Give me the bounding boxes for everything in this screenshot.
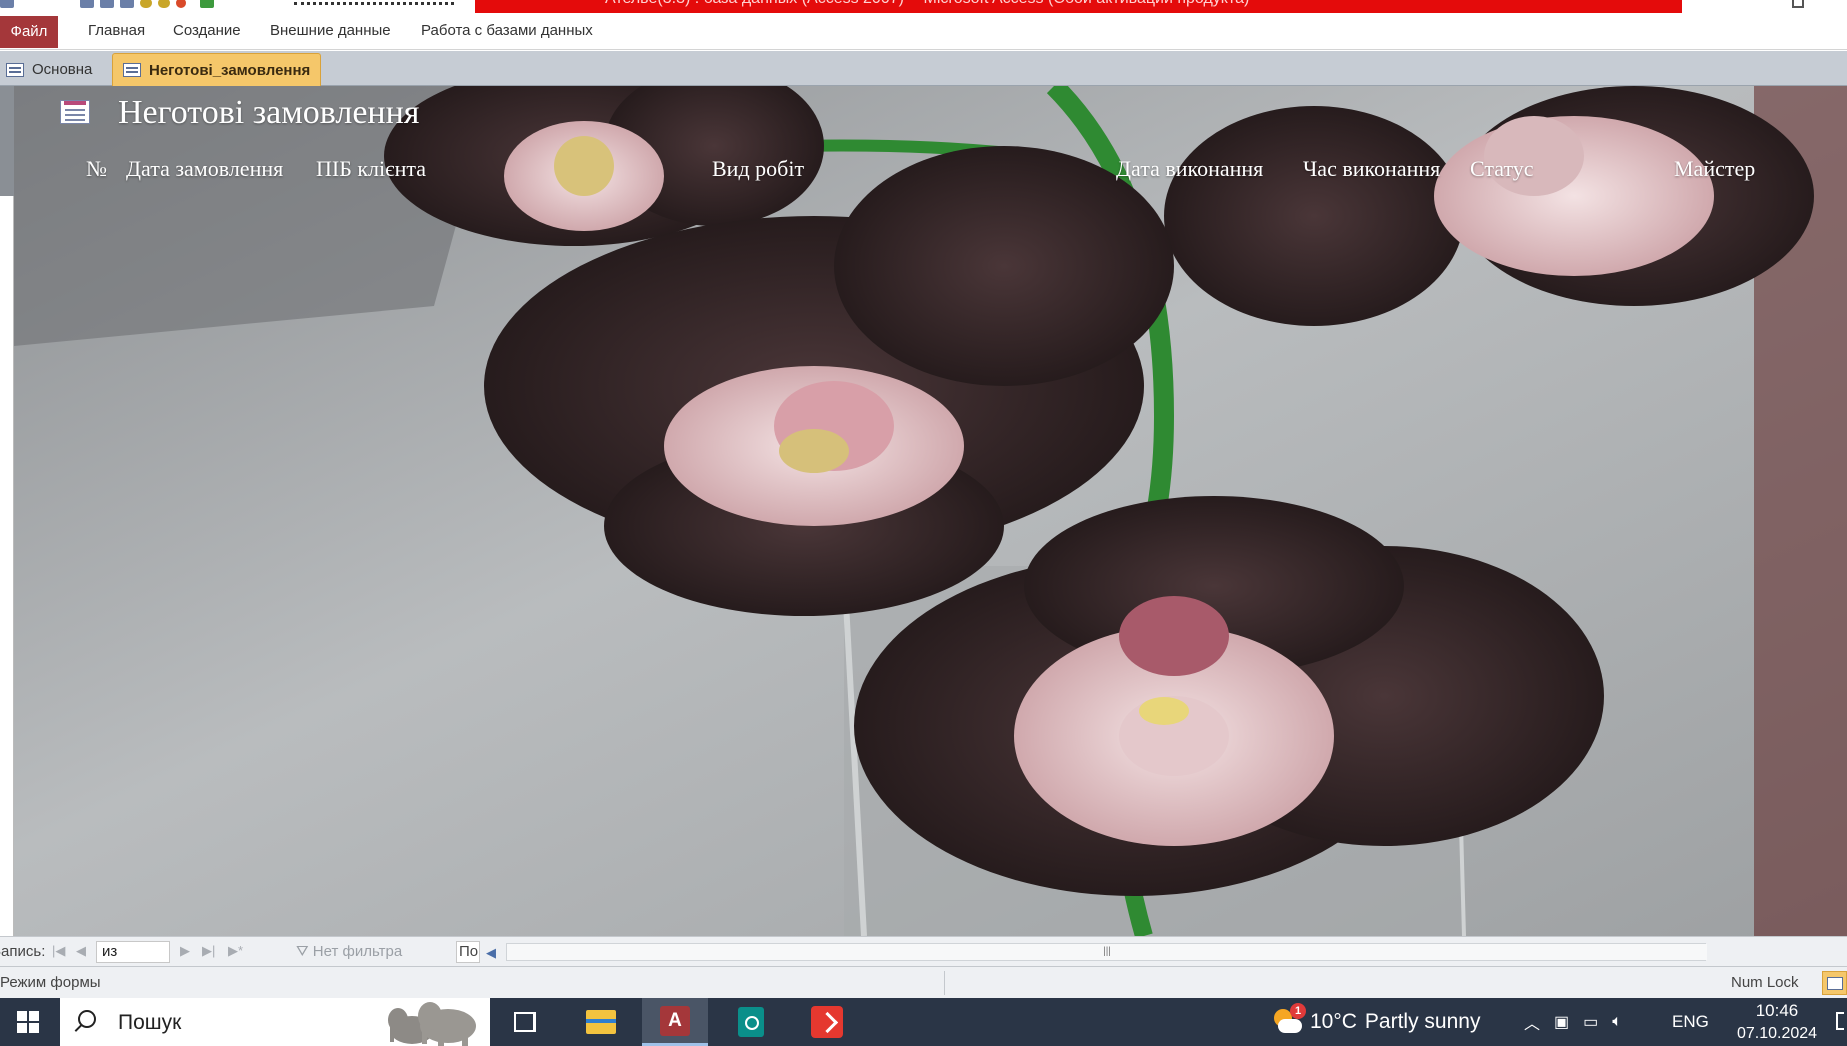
record-navigation-bar: Запись: |◀ ◀ из ▶ ▶| ▶* ⛛ Нет фильтра По… — [0, 936, 1847, 966]
record-selector-strip[interactable] — [0, 86, 14, 936]
form-title: Неготові замовлення — [118, 94, 420, 131]
form-icon — [123, 63, 141, 77]
tool-icon[interactable] — [140, 0, 152, 8]
access-icon: A — [660, 1005, 690, 1036]
status-bar: Режим формы Num Lock — [0, 966, 1847, 998]
record-number-field[interactable]: из — [96, 941, 170, 963]
title-bar: Ателье(3.3) : база данных (Access 2007) … — [0, 0, 1847, 14]
print-icon[interactable] — [100, 0, 114, 8]
clock-time: 10:46 — [1755, 1001, 1799, 1020]
document-tabs: Основна Неготові_замовлення — [0, 51, 1847, 86]
horizontal-scrollbar[interactable]: ◀ ||| — [484, 941, 1724, 963]
task-view-button[interactable] — [492, 998, 558, 1046]
volume-icon[interactable]: 🔈︎ — [1612, 1013, 1622, 1031]
save-icon[interactable] — [80, 0, 94, 8]
clock-date: 07.10.2024 — [1736, 1025, 1818, 1042]
form-view: Неготові замовлення № Дата замовлення ПІ… — [0, 86, 1847, 936]
app-icon — [738, 1007, 764, 1037]
prev-record-button[interactable]: ◀ — [76, 943, 86, 959]
weather-widget[interactable]: 1 10°C Partly sunny — [1272, 1003, 1481, 1040]
record-label: Запись: — [0, 943, 46, 960]
doc-tab-label: Неготові_замовлення — [149, 61, 311, 79]
doc-tab-main[interactable]: Основна — [0, 53, 102, 86]
access-app-button[interactable]: A — [642, 998, 708, 1046]
weather-description: Partly sunny — [1364, 1010, 1481, 1033]
view-mode-text: Режим формы — [0, 974, 101, 991]
quick-access-toolbar[interactable] — [0, 0, 214, 12]
tool-icon[interactable] — [176, 0, 186, 8]
partly-sunny-icon: 1 — [1272, 1003, 1306, 1037]
num-lock-indicator: Num Lock — [1731, 974, 1799, 991]
form-background-image — [14, 86, 1847, 936]
window-title: Ателье(3.3) : база данных (Access 2007) … — [605, 0, 1249, 8]
form-title-icon — [60, 100, 90, 124]
next-record-button[interactable]: ▶ — [180, 943, 190, 959]
tab-create[interactable]: Создание — [173, 22, 241, 39]
show-desktop-button[interactable] — [1836, 1012, 1844, 1030]
first-record-button[interactable]: |◀ — [52, 943, 65, 959]
col-header-number: № — [86, 156, 107, 181]
search-highlight-elephant-icon — [388, 1002, 476, 1046]
filter-label: Нет фильтра — [312, 943, 403, 960]
folder-icon — [586, 1010, 616, 1034]
red-app-button[interactable] — [794, 998, 860, 1046]
window-title-banner: Ателье(3.3) : база данных (Access 2007) … — [475, 0, 1682, 13]
tab-database-tools[interactable]: Работа с базами данных — [421, 22, 593, 39]
col-header-status: Статус — [1470, 156, 1534, 181]
tab-external-data[interactable]: Внешние данные — [270, 22, 391, 39]
filter-toggle[interactable]: ⛛ Нет фильтра — [296, 943, 402, 960]
toolbar-separator — [294, 2, 454, 6]
scroll-left-icon[interactable]: ◀ — [486, 945, 496, 961]
start-button[interactable] — [0, 998, 56, 1046]
weather-badge: 1 — [1290, 1003, 1306, 1019]
col-header-master: Майстер — [1674, 156, 1756, 181]
input-language[interactable]: ENG — [1672, 1012, 1709, 1032]
col-header-work-type: Вид робіт — [712, 156, 805, 181]
last-record-button[interactable]: ▶| — [202, 943, 215, 959]
doc-tab-unfinished-orders[interactable]: Неготові_замовлення — [112, 53, 322, 86]
system-clock[interactable]: 10:46 07.10.2024 — [1728, 1000, 1826, 1046]
form-icon — [6, 62, 24, 77]
filter-icon: ⛛ — [296, 943, 309, 960]
teal-app-button[interactable] — [718, 998, 784, 1046]
tab-home[interactable]: Главная — [88, 22, 145, 39]
doc-tab-label: Основна — [32, 61, 93, 78]
file-tab[interactable]: Файл — [0, 16, 58, 48]
windows-logo-icon — [17, 1011, 39, 1033]
weather-temperature: 10°C — [1310, 1010, 1357, 1033]
col-header-due-date: Дата виконання — [1116, 156, 1264, 181]
preview-icon[interactable] — [120, 0, 134, 8]
col-header-order-date: Дата замовлення — [126, 156, 284, 181]
col-header-due-time: Час виконання — [1303, 156, 1441, 181]
app-icon — [0, 0, 14, 8]
file-explorer-button[interactable] — [568, 998, 634, 1046]
status-separator — [944, 971, 945, 995]
task-view-icon — [514, 1012, 536, 1032]
scroll-track[interactable]: ||| — [506, 943, 1707, 961]
scroll-thumb[interactable]: ||| — [507, 944, 1707, 960]
windows-taskbar: Пошук A 1 10°C Partly sunny ︿ ▣ ▭ 🔈︎ ENG… — [0, 998, 1847, 1046]
tool-icon[interactable] — [200, 0, 214, 8]
new-record-button[interactable]: ▶* — [228, 943, 243, 959]
taskbar-search[interactable]: Пошук — [60, 998, 490, 1046]
meet-now-icon[interactable]: ▣ — [1554, 1012, 1569, 1032]
form-view-button[interactable] — [1822, 971, 1847, 995]
anydesk-icon — [811, 1006, 843, 1038]
tool-icon[interactable] — [158, 0, 170, 8]
search-input[interactable]: Поиск — [456, 941, 480, 963]
restore-window-icon[interactable] — [1792, 0, 1804, 8]
system-tray: ︿ ▣ ▭ 🔈︎ — [1524, 1010, 1622, 1034]
network-icon[interactable]: ▭ — [1583, 1012, 1598, 1032]
search-icon — [78, 1010, 96, 1028]
show-hidden-icons-chevron-icon[interactable]: ︿ — [1524, 1010, 1540, 1034]
ribbon-tabs: Файл Главная Создание Внешние данные Раб… — [0, 14, 1847, 50]
record-selector[interactable] — [0, 86, 14, 196]
taskbar-search-placeholder: Пошук — [118, 1011, 182, 1034]
col-header-client-name: ПІБ клієнта — [316, 156, 426, 181]
